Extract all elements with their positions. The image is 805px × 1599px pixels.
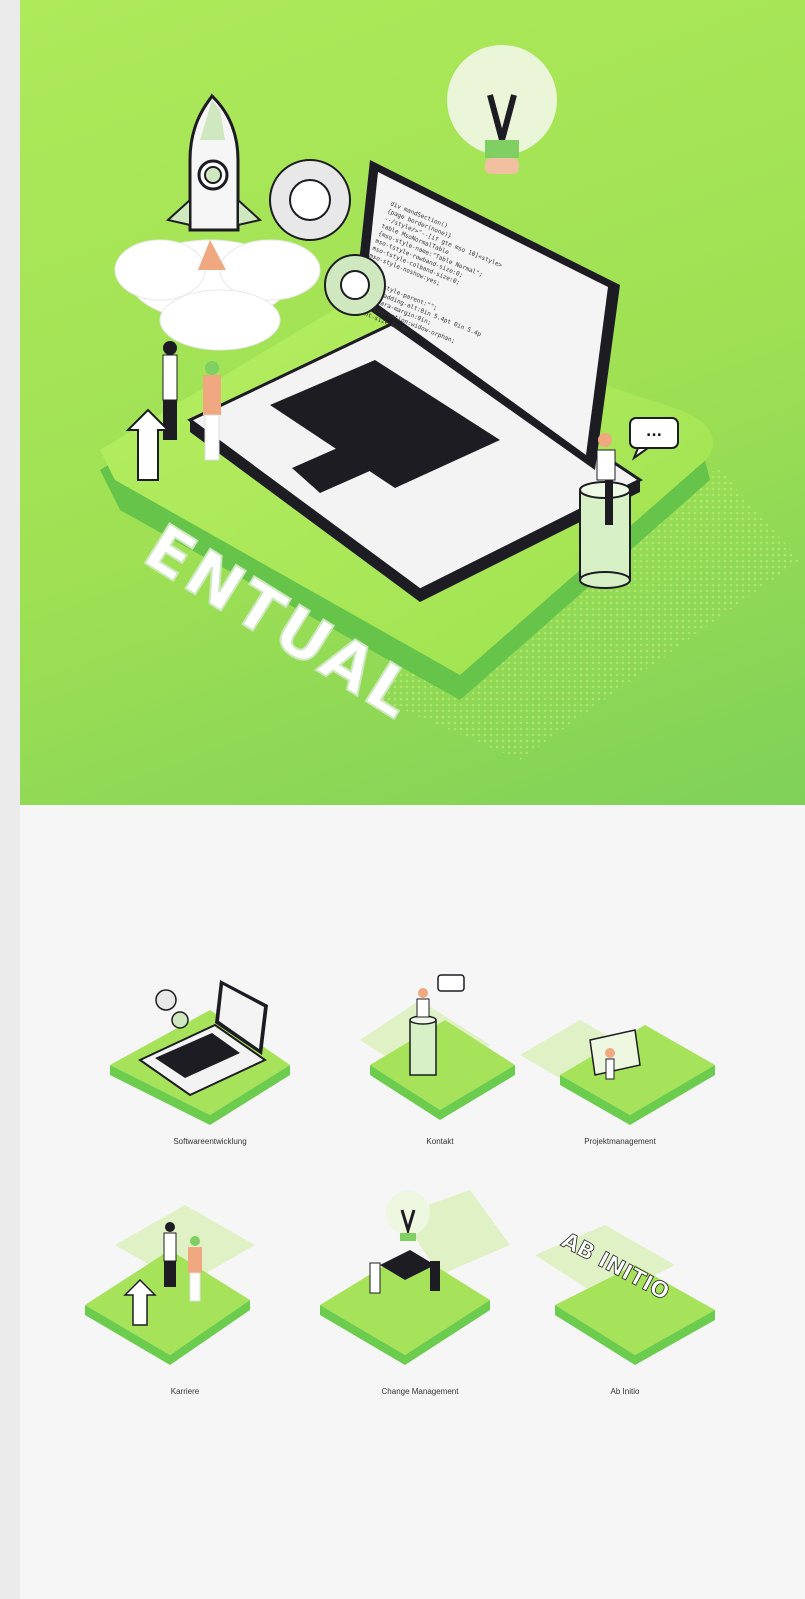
tile-ab-initio[interactable]: AB INITIO <box>515 1185 735 1405</box>
tile-softwareentwicklung[interactable] <box>100 945 320 1165</box>
services-grid: Softwareentwicklung Kontakt Projektmanag… <box>20 805 805 1599</box>
tile-label[interactable]: Ab Initio <box>515 1387 735 1396</box>
tile-karriere[interactable] <box>75 1185 295 1405</box>
tile-projektmanagement[interactable] <box>510 945 730 1165</box>
tile-label[interactable]: Projektmanagement <box>510 1137 730 1146</box>
tile-label[interactable]: Change Management <box>310 1387 530 1396</box>
light-bulb-icon <box>447 45 557 174</box>
tile-label[interactable]: Softwareentwicklung <box>100 1137 320 1146</box>
chat-bubble-dots: ... <box>646 424 662 440</box>
tile-change-management[interactable] <box>310 1185 530 1405</box>
left-margin <box>0 0 20 1599</box>
hero-illustration: div mandSection() {page border(none)} --… <box>20 0 805 805</box>
page: div mandSection() {page border(none)} --… <box>0 0 805 1599</box>
tile-label[interactable]: Karriere <box>75 1387 295 1396</box>
